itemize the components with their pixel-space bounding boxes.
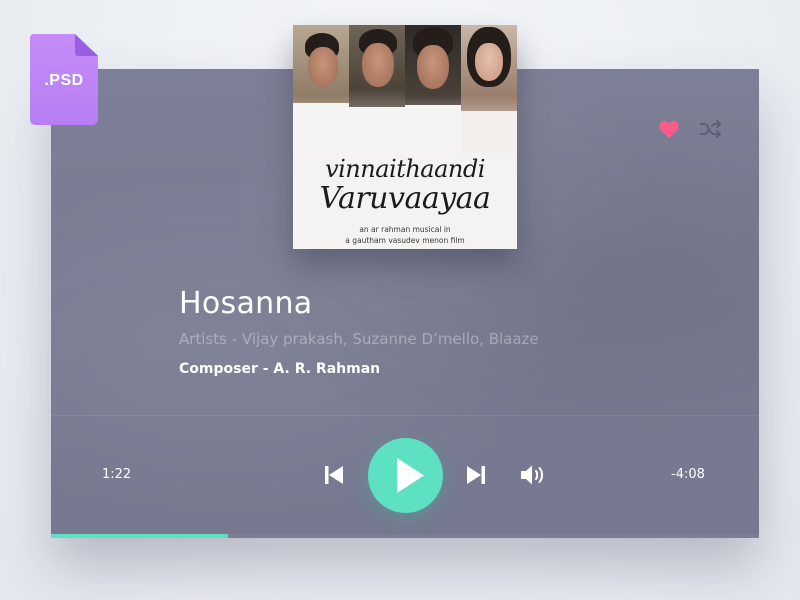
volume-icon — [521, 465, 543, 485]
elapsed-time: 1:22 — [102, 467, 132, 482]
track-artists: Artists - Vijay prakash, Suzanne D’mello… — [179, 330, 539, 348]
album-cover-photo — [293, 25, 517, 153]
favorite-button[interactable] — [658, 119, 680, 139]
play-button[interactable] — [368, 438, 443, 513]
album-cover: vinnaithaandi Varuvaayaa an ar rahman mu… — [293, 25, 517, 249]
album-credit-line-2: a gautham vasudev menon film — [345, 236, 465, 245]
play-icon — [397, 458, 424, 493]
controls-divider — [51, 415, 759, 416]
shuffle-button[interactable] — [699, 118, 723, 140]
album-photo-1 — [293, 25, 349, 153]
progress-bar[interactable] — [51, 534, 759, 538]
track-composer: Composer - A. R. Rahman — [179, 361, 381, 377]
track-title: Hosanna — [179, 286, 313, 321]
skip-previous-icon — [325, 466, 343, 484]
remaining-time: -4:08 — [671, 467, 705, 482]
album-photo-4 — [461, 25, 517, 153]
next-track-button[interactable] — [465, 463, 487, 487]
volume-button[interactable] — [519, 462, 547, 488]
skip-next-icon — [467, 466, 485, 484]
album-title-line-2: Varuvaayaa — [319, 181, 491, 216]
album-title-line-1: vinnaithaandi — [325, 155, 485, 183]
album-photo-3 — [405, 25, 461, 153]
previous-track-button[interactable] — [323, 463, 345, 487]
progress-bar-fill — [51, 534, 228, 538]
album-credit-line-1: an ar rahman musical in — [359, 225, 451, 234]
psd-file-label: .PSD — [44, 72, 84, 89]
album-photo-2 — [349, 25, 405, 153]
shuffle-icon — [700, 120, 721, 138]
heart-icon — [659, 121, 679, 139]
